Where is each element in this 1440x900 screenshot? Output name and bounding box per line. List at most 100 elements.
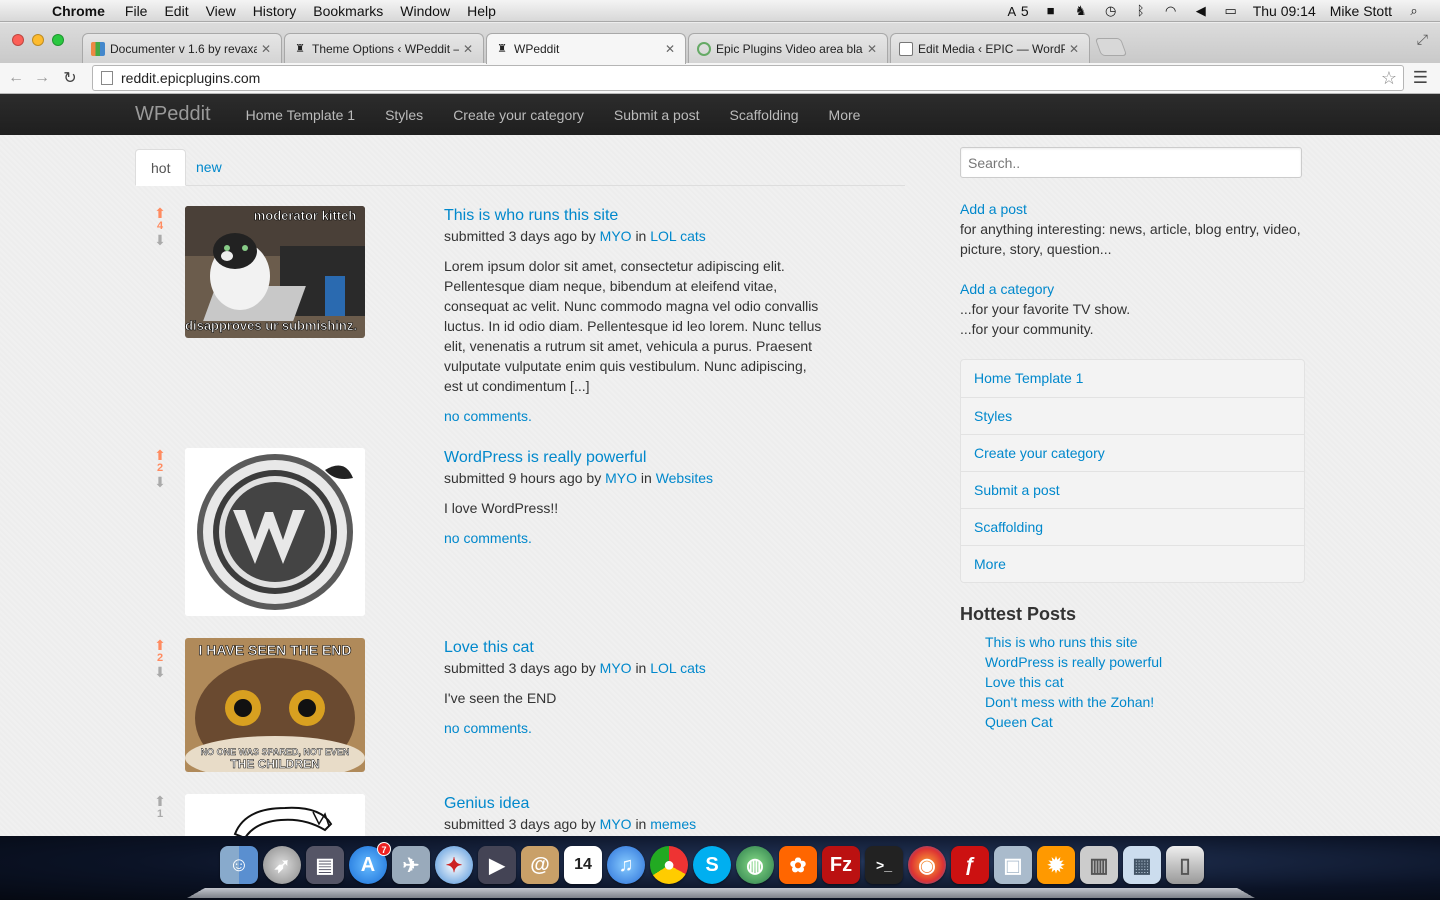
post-title[interactable]: Genius idea [444,794,824,814]
menu-bookmarks[interactable]: Bookmarks [313,3,383,19]
dropbox-icon[interactable]: ■ [1043,3,1059,18]
bookmark-star-icon[interactable]: ☆ [1381,68,1397,89]
sidebar-item-home-template-1[interactable]: Home Template 1 [961,360,1304,397]
downvote-arrow-icon[interactable]: ⬇ [150,233,170,247]
preview-icon[interactable]: ✈ [392,846,430,884]
category-link[interactable]: Websites [656,470,713,486]
minimize-window-button[interactable] [32,34,44,46]
nav-scaffolding[interactable]: Scaffolding [730,107,799,123]
xampp-icon[interactable]: ✿ [779,846,817,884]
site-brand[interactable]: WPeddit [135,103,211,126]
post-title[interactable]: WordPress is really powerful [444,448,824,468]
sidebar-item-more[interactable]: More [961,545,1304,582]
comments-link[interactable]: no comments. [444,528,824,548]
itunes-icon[interactable]: ♫ [607,846,645,884]
menu-help[interactable]: Help [467,3,496,19]
calendar-icon[interactable]: 14 [564,846,602,884]
menu-window[interactable]: Window [400,3,450,19]
sidebar-item-submit-post[interactable]: Submit a post [961,471,1304,508]
menubar-user[interactable]: Mike Stott [1330,3,1392,19]
post-thumbnail[interactable]: I HAVE SEEN THE END NO ONE WAS SPARED, N… [185,638,365,772]
menu-app-chrome[interactable]: Chrome [52,3,105,19]
tab-close-icon[interactable]: ✕ [867,42,879,56]
terminal-icon[interactable]: >_ [865,846,903,884]
fullscreen-icon[interactable]: ⤢ [1417,31,1428,48]
post-thumbnail[interactable] [185,794,365,836]
tab-close-icon[interactable]: ✕ [1069,42,1081,56]
zoom-window-button[interactable] [52,34,64,46]
tab-new[interactable]: new [181,149,237,186]
battery-icon[interactable]: ▭ [1223,3,1239,18]
add-category-link[interactable]: Add a category [960,279,1305,299]
sidebar-item-styles[interactable]: Styles [961,397,1304,434]
tab-close-icon[interactable]: ✕ [261,42,273,56]
upvote-arrow-icon[interactable]: ⬆ [150,206,170,220]
documents-icon[interactable]: ▦ [1123,846,1161,884]
app-store-icon[interactable]: A7 [349,842,391,884]
sidebar-item-scaffolding[interactable]: Scaffolding [961,508,1304,545]
downvote-arrow-icon[interactable]: ⬇ [150,665,170,679]
flash-icon[interactable]: ƒ [951,846,989,884]
downvote-arrow-icon[interactable]: ⬇ [150,475,170,489]
tab-epic-plugins-video[interactable]: Epic Plugins Video area blan ✕ [688,33,888,63]
post-title[interactable]: Love this cat [444,638,824,658]
new-tab-button[interactable] [1094,38,1128,56]
nav-create-category[interactable]: Create your category [453,107,584,123]
category-link[interactable]: LOL cats [650,228,706,244]
facetime-icon[interactable]: ▶ [478,846,516,884]
settings-icon[interactable]: ✹ [1037,846,1075,884]
nav-more[interactable]: More [829,107,861,123]
finder-icon[interactable]: ☺ [220,846,258,884]
post-thumbnail[interactable]: moderator kitteh disapproves ur submishi… [185,206,365,338]
system-monitor-icon[interactable]: ▤ [306,846,344,884]
tab-documenter[interactable]: Documenter v 1.6 by revaxa ✕ [82,33,282,63]
nav-styles[interactable]: Styles [385,107,423,123]
image-capture-icon[interactable]: ▣ [994,846,1032,884]
address-bar[interactable]: reddit.epicplugins.com ☆ [92,65,1404,91]
firefox-icon[interactable]: ◉ [908,846,946,884]
wifi-icon[interactable]: ◠ [1163,3,1179,18]
menu-file[interactable]: File [125,3,148,19]
time-machine-icon[interactable]: ◷ [1103,3,1119,18]
chrome-icon[interactable]: ● [650,846,688,884]
upvote-arrow-icon[interactable]: ⬆ [150,794,170,808]
evernote-icon[interactable]: ♞ [1073,3,1089,18]
launchpad-icon[interactable]: ➶ [263,846,301,884]
tab-wpeddit[interactable]: ♜ WPeddit ✕ [486,33,686,64]
contacts-icon[interactable]: @ [521,846,559,884]
comments-link[interactable]: no comments. [444,718,824,738]
tab-close-icon[interactable]: ✕ [665,42,677,56]
hottest-post-link[interactable]: Love this cat [985,672,1305,692]
author-link[interactable]: MYO [600,228,632,244]
category-link[interactable]: LOL cats [650,660,706,676]
tab-edit-media[interactable]: Edit Media ‹ EPIC — WordPre ✕ [890,33,1090,63]
post-title[interactable]: This is who runs this site [444,206,824,226]
upvote-arrow-icon[interactable]: ⬆ [150,448,170,462]
filezilla-icon[interactable]: Fz [822,846,860,884]
close-window-button[interactable] [12,34,24,46]
hottest-post-link[interactable]: This is who runs this site [985,632,1305,652]
spotlight-search-icon[interactable]: ⌕ [1406,3,1422,18]
skype-icon[interactable]: S [693,846,731,884]
hottest-post-link[interactable]: Queen Cat [985,712,1305,732]
downloads-icon[interactable]: ▥ [1080,846,1118,884]
chrome-menu-icon[interactable]: ☰ [1413,68,1428,88]
add-post-link[interactable]: Add a post [960,199,1305,219]
reload-icon[interactable]: ↻ [60,68,80,88]
author-link[interactable]: MYO [605,470,637,486]
category-link[interactable]: memes [650,816,696,832]
tab-theme-options[interactable]: ♜ Theme Options ‹ WPeddit — ✕ [284,33,484,63]
post-thumbnail[interactable] [185,448,365,616]
adobe-updater-icon[interactable]: A5 [990,3,1029,19]
comments-link[interactable]: no comments. [444,406,824,426]
author-link[interactable]: MYO [600,660,632,676]
nav-home-template-1[interactable]: Home Template 1 [246,107,355,123]
back-arrow-icon[interactable]: ← [6,69,26,87]
network-icon[interactable]: ◍ [736,846,774,884]
hottest-post-link[interactable]: Don't mess with the Zohan! [985,692,1305,712]
upvote-arrow-icon[interactable]: ⬆ [150,638,170,652]
tab-hot[interactable]: hot [135,149,187,186]
sidebar-item-create-category[interactable]: Create your category [961,434,1304,471]
nav-submit-post[interactable]: Submit a post [614,107,700,123]
menu-history[interactable]: History [253,3,297,19]
